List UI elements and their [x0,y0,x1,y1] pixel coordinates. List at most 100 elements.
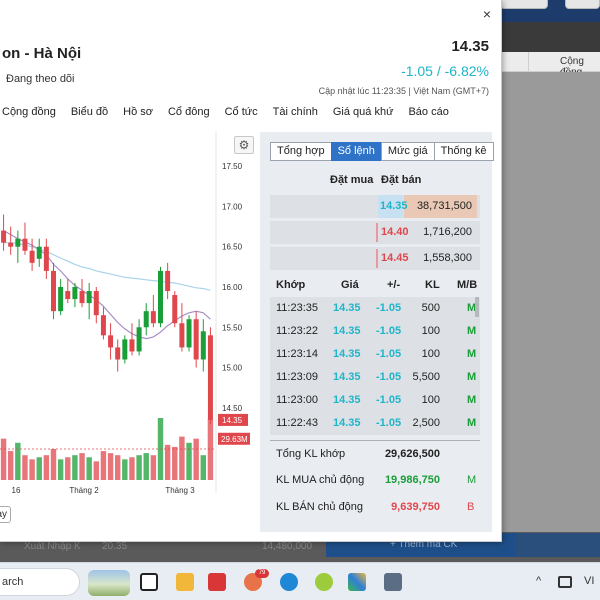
match-header-change: +/- [387,279,401,291]
close-icon[interactable]: × [478,5,496,23]
taskbar-search[interactable]: arch [0,568,80,596]
last-price-label: 14.35 [222,416,243,425]
match-header-time: Khớp [276,279,306,291]
candle-body [79,291,85,304]
volume-bar [129,457,135,480]
tab-price-history[interactable]: Giá quá khứ [333,106,394,124]
candle-body [1,230,7,243]
price-chart[interactable]: 17.50 17.00 16.50 16.00 15.50 15.00 14.50 14.35… [0,132,260,532]
app-icon[interactable] [348,573,366,591]
wps-icon[interactable] [208,573,226,591]
order-book-row: 14.45 1,558,300 [270,247,480,270]
tab-order-book[interactable]: Sổ lệnh [330,142,382,161]
volume-bar [50,449,57,480]
trade-volume: 100 [421,325,440,337]
volume-bar [193,438,199,480]
volume-bar [179,436,185,480]
wifi-icon[interactable] [558,576,572,588]
trade-change: -1.05 [376,325,402,337]
trade-time: 11:23:22 [276,325,319,337]
trades-scrollbar[interactable] [475,297,479,317]
candle-body [136,327,142,352]
volume-bar [22,455,28,480]
ask-price: 14.35 [380,200,408,212]
active-buy-value: 19,986,750 [384,474,440,486]
candle-body [207,335,213,420]
trade-row: 11:23:14 14.35 -1.05 100 M [270,343,480,366]
trade-row: 11:23:09 14.35 -1.05 5,500 M [270,366,480,389]
trade-price: 14.35 [333,371,361,383]
volume-bar [29,459,35,480]
background-toolbar-button[interactable] [500,0,548,9]
volume-bar [150,455,157,480]
trade-side: M [467,417,477,429]
y-tick-label: 16.00 [222,283,243,292]
app-icon[interactable] [315,573,333,591]
tab-reports[interactable]: Báo cáo [408,106,448,124]
candle-body [108,335,114,348]
total-matched-row: Tổng KL khớp 29,626,500 [270,444,480,467]
background-toolbar [500,0,600,22]
candle-body [51,270,56,312]
tab-profile[interactable]: Hồ sơ [123,106,153,124]
trade-row: 11:22:43 14.35 -1.05 2,500 M [270,412,480,435]
candle-body [36,246,42,259]
gear-icon[interactable]: ⚙ [234,136,254,154]
calculator-icon[interactable] [384,573,402,591]
background-button[interactable] [516,533,600,557]
volume-bar [107,453,114,480]
volume-bar [93,461,100,480]
trade-volume: 100 [421,348,440,360]
volume-bar [114,455,121,480]
candle-body [193,319,199,360]
candle-body [200,331,206,360]
trade-price: 14.35 [333,348,361,360]
volume-bar [79,453,85,480]
trade-side: M [467,348,477,360]
active-sell-tag: B [467,501,475,513]
follow-label[interactable]: Đang theo dõi [6,73,75,85]
trade-volume: 2,500 [412,417,440,429]
candle-body [22,238,28,251]
y-tick-label: 15.00 [222,364,243,373]
background-toolbar-button[interactable] [565,0,600,9]
volume-bar [100,451,107,480]
tab-dividends[interactable]: Cổ tức [225,106,258,124]
tab-chart[interactable]: Biểu đồ [71,106,108,124]
volume-bar [0,438,7,480]
tab-price-levels[interactable]: Mức giá [380,142,435,161]
divider [270,440,480,441]
y-tick-label: 15.50 [222,323,243,332]
language-indicator[interactable]: VI [584,575,594,587]
widgets-icon[interactable] [88,570,130,596]
candle-body [115,347,121,360]
candle-body [65,291,71,300]
match-header-side: M/B [457,279,478,291]
volume-bar [86,457,92,480]
volume-bar [143,453,149,480]
candle-body [29,250,35,263]
background-row-value: 14,480,000 [262,541,313,552]
range-button[interactable]: ày [0,506,11,523]
volume-bar [200,455,207,480]
candle-body [122,339,128,360]
trade-time: 11:22:43 [276,417,319,429]
tab-community[interactable]: Cộng đồng [2,106,56,124]
candle-body [58,287,64,312]
edge-icon[interactable] [280,573,298,591]
volume-bar [7,451,14,480]
trade-side: M [467,325,477,337]
tab-shareholders[interactable]: Cổ đông [168,106,210,124]
task-view-icon[interactable] [140,573,158,591]
tab-statistics[interactable]: Thống kê [433,142,494,161]
trade-volume: 500 [421,302,440,314]
trade-price: 14.35 [333,325,361,337]
volume-label: 29.63M [221,435,248,444]
tab-summary[interactable]: Tổng hợp [270,142,332,161]
tab-financials[interactable]: Tài chính [273,106,318,124]
trade-volume: 5,500 [412,371,440,383]
tray-expand-icon[interactable]: ^ [536,575,541,587]
folder-icon[interactable] [176,573,194,591]
volume-bar [136,455,142,480]
candle-body [165,270,171,292]
